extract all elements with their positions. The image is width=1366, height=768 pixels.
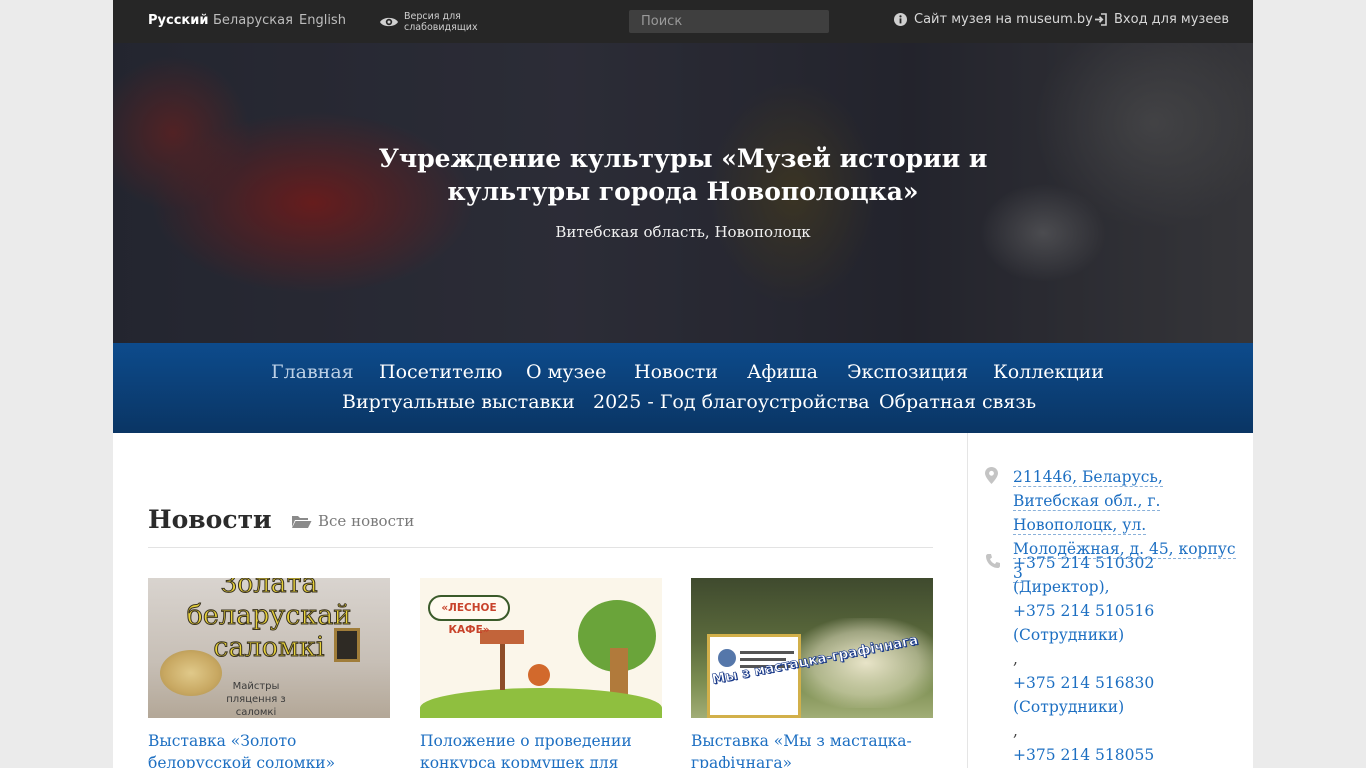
nav-about[interactable]: О музее bbox=[526, 361, 606, 383]
picture-frame-image bbox=[334, 628, 360, 662]
nav-exposition[interactable]: Экспозиция bbox=[847, 361, 968, 383]
eye-icon bbox=[380, 17, 398, 27]
top-bar: Русский Беларуская English Версия для сл… bbox=[113, 0, 1253, 43]
news-image[interactable]: Мы з мастацка-графічнага bbox=[691, 578, 933, 718]
news-image[interactable]: Золата беларускай саломкі Майстры пляцен… bbox=[148, 578, 390, 718]
phone-staff-1[interactable]: +375 214 510516 (Сотрудники) bbox=[1013, 599, 1243, 647]
phone-icon bbox=[986, 554, 1000, 568]
news-card-title[interactable]: Положение о проведении конкурса кормушек… bbox=[420, 730, 662, 768]
image-text: «ЛЕСНОЕ КАФЕ» bbox=[428, 595, 510, 636]
image-small-text: Майстры пляцення з саломкі bbox=[226, 681, 286, 718]
low-vision-link[interactable]: Версия для слабовидящих bbox=[379, 10, 494, 34]
museum-title: Учреждение культуры «Музей истории и кул… bbox=[378, 144, 988, 206]
sign-in-icon bbox=[1095, 13, 1107, 26]
nav-visitor[interactable]: Посетителю bbox=[379, 361, 502, 383]
phones-list: +375 214 510302 (Директор), +375 214 510… bbox=[1013, 551, 1243, 768]
nav-afisha[interactable]: Афиша bbox=[747, 361, 818, 383]
main-content: Новости Все новости Золата беларускай са… bbox=[113, 433, 968, 768]
all-news-link[interactable]: Все новости bbox=[291, 512, 414, 530]
nav-virtual-exhibitions[interactable]: Виртуальные выставки bbox=[342, 391, 575, 413]
museum-login-label: Вход для музеев bbox=[1114, 12, 1230, 27]
info-icon bbox=[894, 13, 907, 26]
image-text: беларускай bbox=[186, 600, 352, 631]
lang-russian[interactable]: Русский bbox=[148, 13, 208, 28]
museum-site-link[interactable]: Сайт музея на museum.by bbox=[894, 12, 1093, 27]
all-news-label: Все новости bbox=[318, 512, 415, 530]
phone-staff-2[interactable]: +375 214 516830 (Сотрудники) bbox=[1013, 671, 1243, 719]
contacts-sidebar: 211446, Беларусь, Витебская обл., г. Нов… bbox=[967, 433, 1253, 768]
hero-banner: Учреждение культуры «Музей истории и кул… bbox=[113, 43, 1253, 343]
phone-separator: , bbox=[1013, 722, 1018, 740]
squirrel-image bbox=[528, 664, 550, 686]
news-heading: Новости bbox=[148, 505, 272, 534]
page: Русский Беларуская English Версия для сл… bbox=[113, 0, 1253, 768]
phone-director[interactable]: +375 214 510302 (Директор), bbox=[1013, 551, 1243, 599]
map-marker-icon bbox=[985, 467, 998, 484]
main-nav: Главная Посетителю О музее Новости Афиша… bbox=[113, 343, 1253, 433]
nav-year-2025[interactable]: 2025 - Год благоустройства bbox=[593, 391, 870, 413]
low-vision-label: Версия для слабовидящих bbox=[404, 11, 478, 33]
museum-location: Витебская область, Новополоцк bbox=[555, 223, 811, 241]
divider bbox=[148, 547, 933, 548]
trunk-image bbox=[610, 648, 628, 696]
news-image[interactable]: «ЛЕСНОЕ КАФЕ» bbox=[420, 578, 662, 718]
news-card-title[interactable]: Выставка «Мы з мастацка-графічнага» bbox=[691, 730, 933, 768]
phone-exhibition-hall[interactable]: +375 214 518055 (Выставочный зал) bbox=[1013, 743, 1243, 768]
news-card[interactable]: «ЛЕСНОЕ КАФЕ» Положение о проведении кон… bbox=[420, 578, 662, 768]
nav-feedback[interactable]: Обратная связь bbox=[879, 391, 1036, 413]
museum-site-label: Сайт музея на museum.by bbox=[914, 12, 1093, 27]
lang-english[interactable]: English bbox=[299, 13, 346, 28]
nav-news[interactable]: Новости bbox=[634, 361, 718, 383]
lang-belarusian[interactable]: Беларуская bbox=[213, 13, 293, 28]
folder-open-icon bbox=[292, 515, 312, 528]
news-card[interactable]: Мы з мастацка-графічнага Выставка «Мы з … bbox=[691, 578, 933, 768]
news-card-title[interactable]: Выставка «Золото белорусской соломки» bbox=[148, 730, 390, 768]
search-input[interactable] bbox=[629, 10, 829, 33]
nav-collections[interactable]: Коллекции bbox=[993, 361, 1104, 383]
image-text: Золата bbox=[220, 578, 318, 599]
museum-login-link[interactable]: Вход для музеев bbox=[1094, 12, 1229, 27]
nav-home[interactable]: Главная bbox=[271, 361, 354, 383]
phone-separator: , bbox=[1013, 650, 1018, 668]
news-card[interactable]: Золата беларускай саломкі Майстры пляцен… bbox=[148, 578, 390, 768]
